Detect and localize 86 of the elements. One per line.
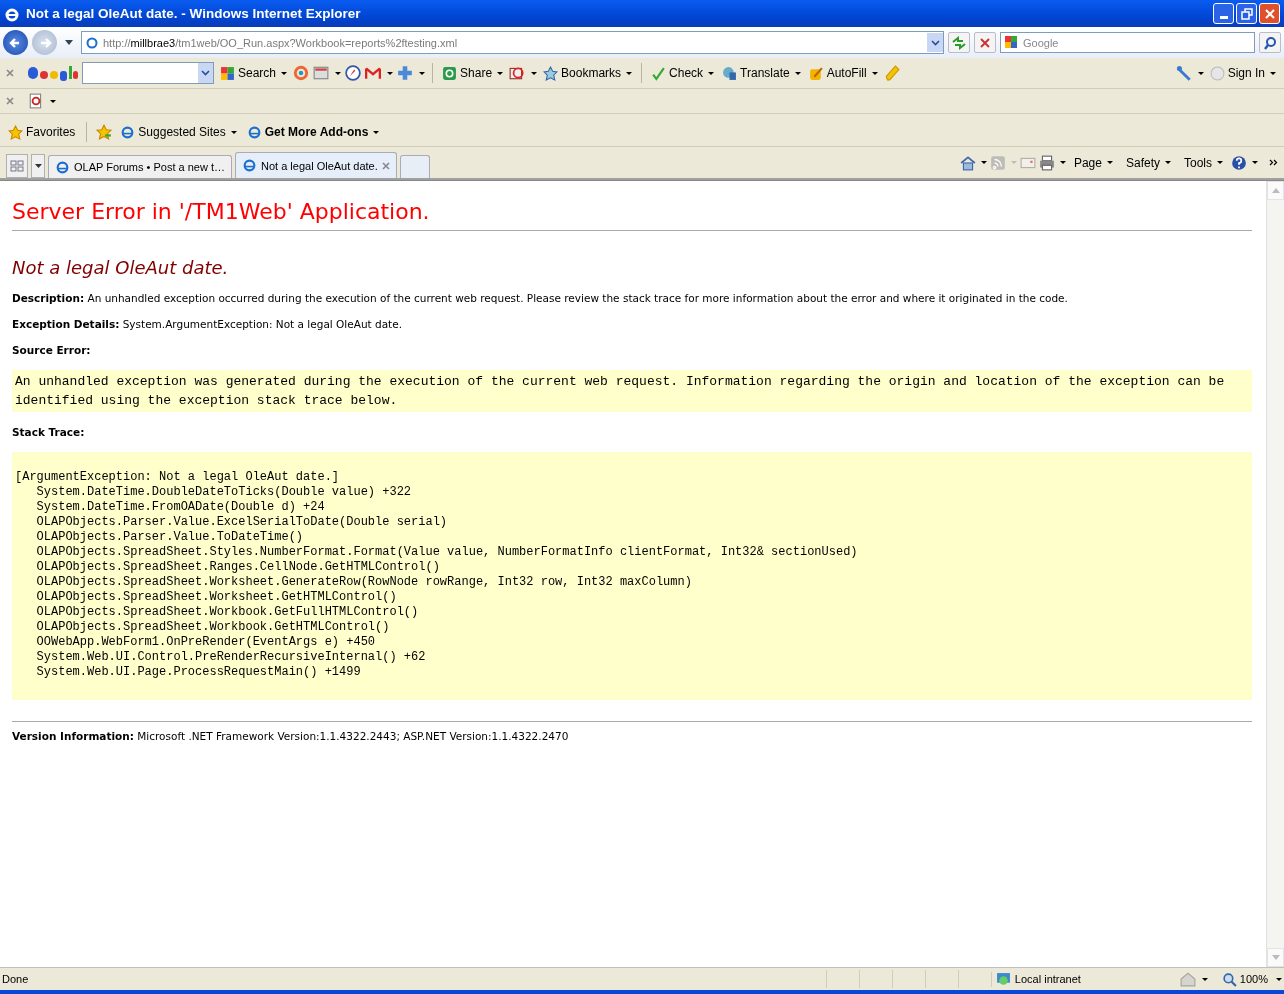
mail-icon[interactable]: [365, 65, 382, 81]
caret-icon: [34, 164, 42, 168]
refresh-button[interactable]: [948, 32, 970, 53]
close-button[interactable]: [1259, 3, 1280, 24]
magnifier-icon: [1221, 971, 1237, 987]
chevron-down-icon: [201, 70, 210, 76]
error-message: Not a legal OleAut date.: [12, 257, 230, 278]
zoom-button[interactable]: 100%: [1219, 971, 1270, 987]
command-menu[interactable]: Tools: [1182, 155, 1225, 170]
section-label: Source Error:: [12, 344, 92, 356]
refresh-icon: [951, 35, 967, 50]
grid-icon: [10, 160, 24, 172]
share-icon: [442, 65, 458, 81]
favorites-link[interactable]: Get More Add-ons: [244, 124, 382, 140]
translate-icon: [722, 65, 738, 81]
error-heading: Server Error in '/TM1Web' Application.: [12, 199, 431, 224]
add-favorite-icon[interactable]: [96, 124, 113, 140]
swirl-icon[interactable]: [293, 65, 310, 81]
favorites-link[interactable]: Suggested Sites: [118, 124, 239, 140]
browser-tab[interactable]: Not a legal OleAut date.: [235, 152, 397, 178]
favorites-button[interactable]: Favorites: [6, 124, 78, 140]
section-label: Stack Trace:: [12, 426, 86, 438]
stop-icon: [979, 36, 991, 49]
source-error-box: An unhandled exception was generated during the execution of the current web request. Information regarding the origin and location of the exception can be identified using the exception stack trace below.: [12, 370, 1252, 412]
check-button[interactable]: Check: [649, 65, 717, 81]
bookmarks-button[interactable]: Bookmarks: [541, 65, 635, 81]
version-text: Version Information: Microsoft .NET Framework Version:1.1.4322.2443; ASP.NET Version:1.1.4322.2470: [12, 730, 570, 742]
autofill-icon: [808, 65, 824, 81]
dropdown-button[interactable]: [198, 63, 213, 83]
address-field[interactable]: http://millbrae3/tm1web/OO_Run.aspx?Workbook=reports%2ftesting.xml: [81, 31, 944, 54]
back-button[interactable]: [3, 30, 28, 55]
stack-trace-box: [ArgumentException: Not a legal OleAut date.] System.DateTime.DoubleDateToTicks(Double value) +322 System.DateTime.FromOADate(Double d) +24 OLAPObjects.Parser.Value.ExcelSerialToDate(Double serial) OLAPObjects.Parser.Value.ToDateTime() OLAPObjects.SpreadSheet.Styles.NumberFormat.Format(Value value, NumberFormatInfo clientFormat, Int32& sectionUsed) OLAPObjects.SpreadSheet.Ranges.CellNode.GetHTMLControl() OLAPObjects.SpreadSheet.Worksheet.GenerateRow(RowNode rowRange, Int32 row, Int32 maxColumn) OLAPObjects.SpreadSheet.Worksheet.GetHTMLControl() OLAPObjects.SpreadSheet.Workbook.GetFullHTMLControl() OLAPObjects.SpreadSheet.Workbook.GetHTMLControl() OOWebApp.WebForm1.OnPreRender(EventArgs e) +450 System.Web.UI.Control.PreRenderRecursiveInternal() +62 System.Web.UI.Page.ProcessRequestMain() +1499: [12, 452, 1252, 700]
command-menu[interactable]: Safety: [1123, 155, 1173, 170]
close-icon: [1263, 7, 1276, 20]
google-search-field[interactable]: [82, 62, 214, 84]
checkmark-icon: [651, 65, 667, 81]
browser-logo-icon: [242, 158, 257, 173]
minimize-icon: [1219, 16, 1228, 19]
exception-details-text: Exception Details: System.ArgumentException: Not a legal OleAut date.: [12, 318, 404, 330]
restore-icon: [1240, 7, 1253, 20]
window-title: Not a legal OleAut date. - Windows Internet Explorer: [26, 6, 361, 21]
restore-button[interactable]: [1236, 3, 1257, 24]
minimize-button[interactable]: [1213, 3, 1234, 24]
page-icon: [85, 35, 99, 50]
zone-text: Local intranet: [1014, 973, 1081, 985]
up-arrow-icon: [1271, 188, 1280, 193]
dropdown-button[interactable]: [927, 33, 943, 52]
sign-in-button[interactable]: Sign In: [1207, 65, 1278, 81]
autofill-button[interactable]: AutoFill: [806, 65, 880, 81]
stop-button[interactable]: [974, 32, 996, 53]
search-provider-icon: [1004, 35, 1018, 49]
star-icon: [8, 124, 23, 140]
search-button[interactable]: [1259, 32, 1281, 53]
translate-button[interactable]: Translate: [720, 65, 803, 81]
close-icon[interactable]: [6, 69, 14, 77]
chevron-down-icon: [930, 39, 940, 46]
search-icon: [1263, 35, 1277, 50]
browser-logo-icon: [55, 159, 70, 175]
avatar-icon: [1209, 65, 1225, 81]
compass-icon[interactable]: [345, 65, 362, 81]
down-arrow-icon: [1271, 955, 1280, 960]
news-icon[interactable]: [313, 65, 330, 81]
command-menu[interactable]: Page: [1071, 155, 1115, 170]
caret-icon[interactable]: [65, 40, 73, 45]
chevron-icon[interactable]: [1269, 159, 1278, 166]
search-button[interactable]: Search: [218, 65, 290, 81]
status-text: Done: [2, 973, 29, 985]
printer-icon[interactable]: [1038, 154, 1055, 171]
browser-logo-icon: [246, 124, 262, 140]
tab-list-button[interactable]: [31, 154, 45, 178]
close-icon[interactable]: [6, 97, 14, 105]
close-icon[interactable]: [381, 161, 390, 170]
star-icon: [543, 65, 559, 81]
browser-logo-icon: [120, 124, 136, 140]
pdf-icon[interactable]: [28, 93, 44, 109]
squares-icon: [220, 65, 235, 81]
description-text: Description: An unhandled exception occurred during the execution of the current web request. Please review the stack trace for more information about the error and where it originated in the code.: [12, 292, 1069, 304]
home-icon[interactable]: [959, 154, 976, 171]
help-icon[interactable]: [1231, 154, 1247, 171]
search-field[interactable]: Google: [1000, 32, 1255, 53]
blocked-icon[interactable]: [509, 65, 526, 81]
pencil-icon[interactable]: [883, 65, 900, 81]
share-button[interactable]: Share: [440, 65, 506, 81]
browser-tab[interactable]: OLAP Forums • Post a new t…: [48, 155, 232, 178]
wrench-icon[interactable]: [1175, 65, 1192, 81]
plus-icon[interactable]: [397, 65, 414, 81]
